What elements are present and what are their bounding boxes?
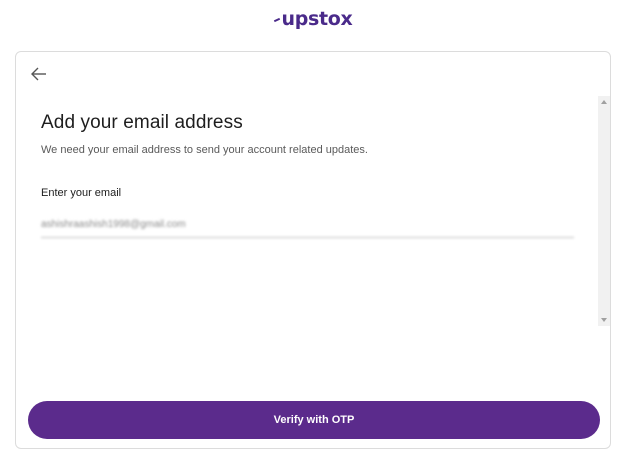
- logo-text: upstox: [281, 8, 353, 30]
- upstox-logo: upstox: [0, 8, 627, 30]
- arrow-left-icon: [31, 67, 46, 81]
- page-title: Add your email address: [41, 112, 243, 133]
- page-subtitle: We need your email address to send your …: [41, 144, 368, 156]
- scroll-up-icon[interactable]: [601, 100, 607, 104]
- page: upstox Add your email address We need yo…: [0, 0, 627, 456]
- logo-dash: [274, 17, 281, 22]
- email-field[interactable]: [41, 212, 574, 238]
- scroll-down-icon[interactable]: [601, 318, 607, 322]
- verify-otp-button[interactable]: Verify with OTP: [28, 401, 600, 439]
- back-button[interactable]: [28, 64, 50, 84]
- scrollbar[interactable]: [598, 96, 610, 326]
- email-card: Add your email address We need your emai…: [15, 51, 611, 449]
- email-field-label: Enter your email: [41, 187, 122, 199]
